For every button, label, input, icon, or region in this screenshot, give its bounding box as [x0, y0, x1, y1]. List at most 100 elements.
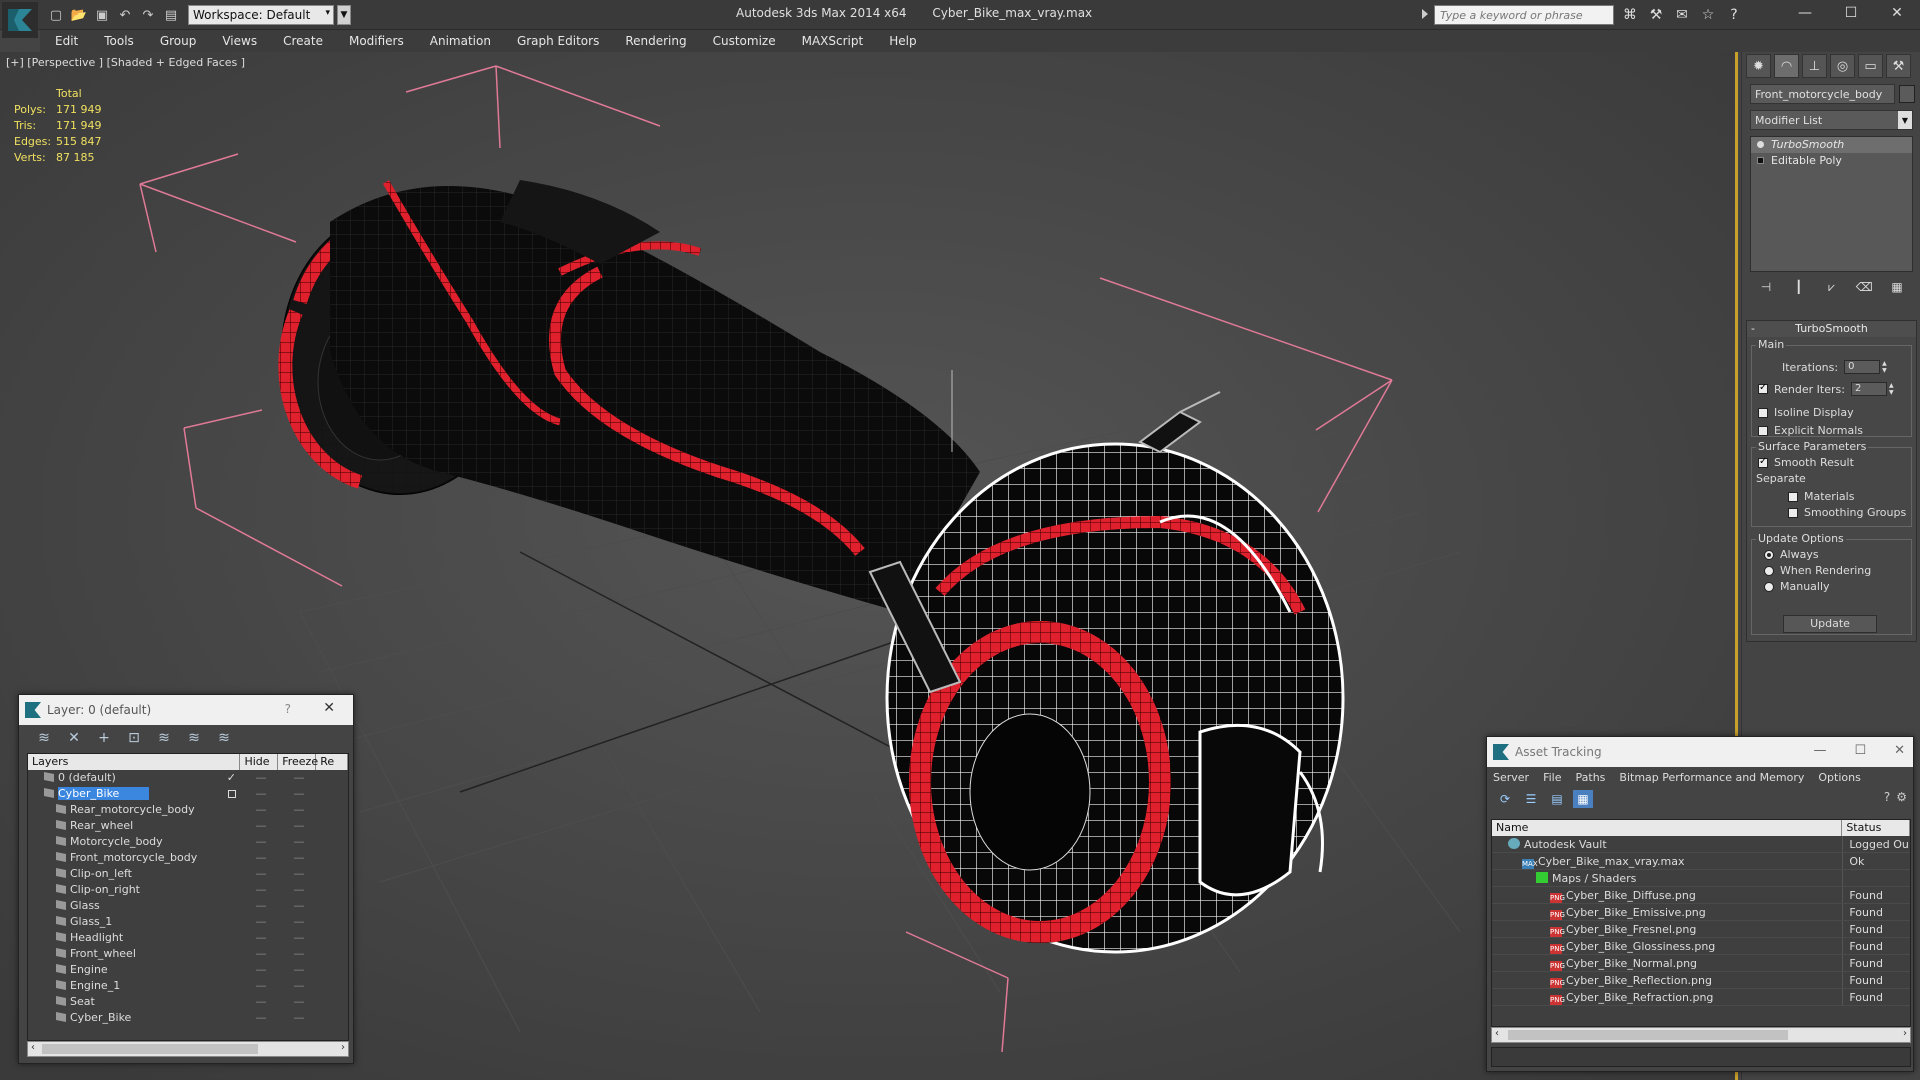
layer-row[interactable]: Clip-on_left — —: [28, 866, 348, 882]
spinner-arrows-icon[interactable]: ▲ ▼: [1889, 382, 1897, 396]
menu-graph-editors[interactable]: Graph Editors: [517, 34, 599, 48]
asset-menu-paths[interactable]: Paths: [1576, 771, 1606, 784]
show-end-result-icon[interactable]: ┃: [1789, 278, 1809, 296]
hierarchy-tab-icon[interactable]: ⊥: [1802, 54, 1827, 78]
menu-modifiers[interactable]: Modifiers: [349, 34, 404, 48]
layer-row[interactable]: Cyber_Bike — —: [28, 1010, 348, 1026]
stack-item-turbosmooth[interactable]: TurboSmooth: [1751, 137, 1912, 153]
freeze-toggle[interactable]: —: [280, 946, 318, 962]
layer-row[interactable]: Motorcycle_body — —: [28, 834, 348, 850]
layer-window-titlebar[interactable]: Layer: 0 (default) ? ✕: [19, 695, 353, 725]
hide-toggle[interactable]: —: [242, 994, 280, 1010]
freeze-toggle[interactable]: —: [280, 994, 318, 1010]
project-folder-icon[interactable]: ▤: [161, 5, 181, 25]
layer-row[interactable]: Glass_1 — —: [28, 914, 348, 930]
settings-icon[interactable]: ⚙: [1896, 790, 1907, 804]
new-file-icon[interactable]: ▢: [46, 5, 66, 25]
pin-stack-icon[interactable]: ⊣: [1756, 278, 1776, 296]
asset-window-titlebar[interactable]: Asset Tracking — ☐ ✕: [1487, 737, 1913, 767]
hide-toggle[interactable]: —: [242, 914, 280, 930]
workspace-dropdown-button[interactable]: ▼: [337, 5, 351, 25]
asset-row[interactable]: PNGCyber_Bike_Reflection.png Found: [1492, 972, 1910, 989]
layer-row[interactable]: Clip-on_right — —: [28, 882, 348, 898]
viewport-label[interactable]: [+] [Perspective ] [Shaded + Edged Faces…: [6, 56, 245, 69]
hide-toggle[interactable]: —: [242, 866, 280, 882]
expand-box-icon[interactable]: [1757, 157, 1764, 164]
select-objects-icon[interactable]: ⊡: [123, 728, 145, 748]
layer-horizontal-scrollbar[interactable]: ‹ ›: [27, 1041, 349, 1057]
asset-horizontal-scrollbar[interactable]: ‹ ›: [1491, 1027, 1911, 1043]
col-name[interactable]: Name: [1492, 820, 1843, 836]
asset-menu-file[interactable]: File: [1543, 771, 1561, 784]
hide-toggle[interactable]: —: [242, 882, 280, 898]
asset-row[interactable]: PNGCyber_Bike_Normal.png Found: [1492, 955, 1910, 972]
hide-toggle[interactable]: —: [242, 978, 280, 994]
menu-animation[interactable]: Animation: [430, 34, 491, 48]
layer-current-box-icon[interactable]: [228, 790, 236, 798]
communication-icon[interactable]: ✉: [1672, 5, 1692, 25]
hide-all-layers-icon[interactable]: ≋: [183, 728, 205, 748]
make-unique-icon[interactable]: ⩗: [1822, 278, 1842, 296]
table-view-icon[interactable]: ▦: [1573, 790, 1593, 808]
layer-row[interactable]: Rear_wheel — —: [28, 818, 348, 834]
freeze-toggle[interactable]: —: [280, 770, 318, 786]
col-freeze[interactable]: Freeze: [278, 754, 318, 770]
hide-toggle[interactable]: —: [242, 818, 280, 834]
freeze-toggle[interactable]: —: [280, 802, 318, 818]
menu-tools[interactable]: Tools: [104, 34, 134, 48]
freeze-toggle[interactable]: —: [280, 866, 318, 882]
render-iters-spinner[interactable]: 2: [1850, 382, 1887, 396]
layer-row[interactable]: Headlight — —: [28, 930, 348, 946]
modify-tab-icon[interactable]: ◠: [1774, 54, 1799, 78]
search-input[interactable]: Type a keyword or phrase: [1434, 5, 1614, 25]
save-icon[interactable]: ▣: [92, 5, 112, 25]
layer-row[interactable]: Rear_motorcycle_body — —: [28, 802, 348, 818]
separate-smoothing-groups-checkbox[interactable]: [1788, 507, 1798, 518]
freeze-toggle[interactable]: —: [280, 818, 318, 834]
open-file-icon[interactable]: 📂: [69, 5, 89, 25]
smooth-result-checkbox[interactable]: [1758, 456, 1768, 468]
minimize-button[interactable]: —: [1782, 0, 1828, 26]
motion-tab-icon[interactable]: ◎: [1830, 54, 1855, 78]
menu-maxscript[interactable]: MAXScript: [802, 34, 864, 48]
menu-create[interactable]: Create: [283, 34, 323, 48]
freeze-all-layers-icon[interactable]: ≋: [213, 728, 235, 748]
col-status[interactable]: Status: [1842, 820, 1910, 836]
scroll-left-icon[interactable]: ‹: [31, 1042, 35, 1053]
menu-views[interactable]: Views: [222, 34, 257, 48]
scroll-right-icon[interactable]: ›: [1903, 1028, 1907, 1039]
layer-row[interactable]: Seat — —: [28, 994, 348, 1010]
explicit-normals-checkbox[interactable]: [1758, 425, 1768, 436]
freeze-toggle[interactable]: —: [280, 834, 318, 850]
new-layer-icon[interactable]: ≋: [33, 728, 55, 748]
stack-item-editable-poly[interactable]: Editable Poly: [1751, 153, 1912, 169]
asset-row[interactable]: MAXCyber_Bike_max_vray.max Ok: [1492, 853, 1910, 870]
display-tab-icon[interactable]: ▭: [1858, 54, 1883, 78]
close-icon[interactable]: ✕: [323, 700, 335, 716]
freeze-toggle[interactable]: —: [280, 898, 318, 914]
hide-toggle[interactable]: —: [242, 962, 280, 978]
hide-toggle[interactable]: —: [242, 834, 280, 850]
layer-row[interactable]: Glass — —: [28, 898, 348, 914]
help-icon[interactable]: ?: [1884, 790, 1890, 804]
update-button[interactable]: Update: [1783, 615, 1877, 633]
workspace-select[interactable]: Workspace: Default ▾: [188, 5, 334, 25]
hide-toggle[interactable]: —: [242, 1010, 280, 1026]
col-render[interactable]: Re: [316, 754, 348, 770]
favorites-star-icon[interactable]: ☆: [1698, 5, 1718, 25]
lightbulb-icon[interactable]: [1757, 141, 1764, 148]
subscription-icon[interactable]: ⚒: [1646, 5, 1666, 25]
hide-toggle[interactable]: —: [242, 946, 280, 962]
delete-layer-icon[interactable]: ✕: [63, 728, 85, 748]
freeze-toggle[interactable]: —: [280, 882, 318, 898]
layer-row[interactable]: 0 (default) ✓ — —: [28, 770, 348, 786]
object-color-swatch[interactable]: [1899, 85, 1915, 103]
col-layers[interactable]: Layers: [28, 754, 241, 770]
help-icon[interactable]: ?: [285, 702, 291, 716]
scroll-right-icon[interactable]: ›: [341, 1042, 345, 1053]
close-button[interactable]: ✕: [1874, 0, 1920, 26]
undo-icon[interactable]: ↶: [115, 5, 135, 25]
freeze-toggle[interactable]: —: [280, 978, 318, 994]
asset-row[interactable]: Maps / Shaders: [1492, 870, 1910, 887]
menu-rendering[interactable]: Rendering: [625, 34, 686, 48]
